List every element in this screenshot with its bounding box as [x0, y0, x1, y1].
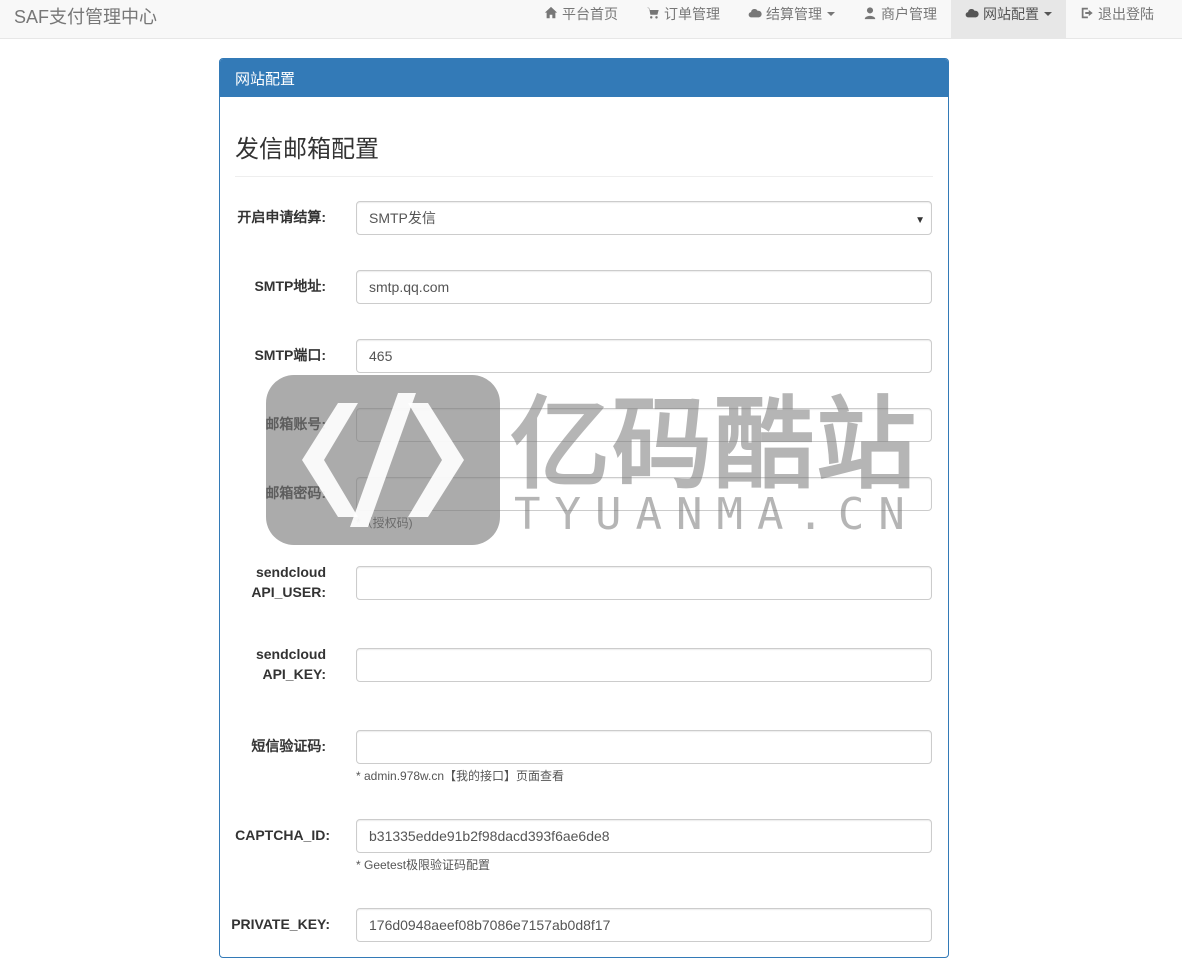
mail-mode-label: 开启申请结算:: [237, 209, 326, 225]
smtp-host-label: SMTP地址:: [254, 278, 326, 294]
sms-code-input[interactable]: [356, 730, 932, 764]
sendcloud-key-label-line2: API_KEY:: [262, 666, 326, 682]
panel-heading: 网站配置: [220, 59, 948, 97]
nav-item-orders[interactable]: 订单管理: [632, 0, 734, 38]
cart-icon: [646, 7, 659, 19]
mail-password-help: *（授权码): [356, 516, 413, 530]
site-config-panel: 网站配置 发信邮箱配置 开启申请结算: SMTP发信 ▼ SMTP地址: smt…: [219, 58, 949, 958]
sendcloud-user-input[interactable]: [356, 566, 932, 600]
brand-title[interactable]: SAF支付管理中心: [14, 3, 157, 29]
nav-item-settlement[interactable]: 结算管理: [734, 0, 849, 38]
nav-item-merchants[interactable]: 商户管理: [849, 0, 951, 38]
caret-down-icon: [1044, 12, 1052, 16]
sms-code-help: * admin.978w.cn【我的接口】页面查看: [356, 769, 565, 783]
sendcloud-user-label-line1: sendcloud: [255, 564, 326, 580]
main-nav: 平台首页 订单管理 结算管理 商户管理 网站配置 退出登陆: [530, 0, 1182, 38]
mail-password-label: 邮箱密码:: [265, 485, 326, 501]
mail-password-input[interactable]: [356, 477, 932, 511]
mail-account-label: 邮箱账号:: [265, 416, 326, 432]
mail-mode-select[interactable]: SMTP发信 ▼: [356, 201, 932, 235]
sms-code-label: 短信验证码:: [251, 738, 326, 754]
private-key-input[interactable]: 176d0948aeef08b7086e7157ab0d8f17: [356, 908, 932, 942]
nav-item-label: 退出登陆: [1098, 6, 1154, 22]
nav-item-logout[interactable]: 退出登陆: [1066, 0, 1182, 38]
nav-item-label: 结算管理: [766, 6, 822, 22]
mail-mode-selected: SMTP发信: [369, 210, 436, 226]
panel-body: 发信邮箱配置: [220, 129, 948, 177]
logout-icon: [1081, 7, 1093, 19]
nav-item-site-config[interactable]: 网站配置: [951, 0, 1066, 38]
captcha-id-input[interactable]: b31335edde91b2f98dacd393f6ae6de8: [356, 819, 932, 853]
sendcloud-user-label: sendcloud API_USER:: [220, 562, 326, 602]
user-icon: [864, 7, 876, 20]
smtp-host-input[interactable]: smtp.qq.com: [356, 270, 932, 304]
nav-item-label: 平台首页: [562, 6, 618, 22]
nav-item-label: 商户管理: [881, 6, 937, 22]
nav-item-label: 网站配置: [983, 6, 1039, 22]
mail-account-input[interactable]: [356, 408, 932, 442]
cloud-icon: [965, 8, 979, 18]
smtp-port-input[interactable]: 465: [356, 339, 932, 373]
sendcloud-key-label-line1: sendcloud: [255, 646, 326, 662]
private-key-label: PRIVATE_KEY:: [231, 916, 330, 932]
smtp-port-label: SMTP端口:: [254, 347, 326, 363]
cloud-icon: [748, 8, 762, 18]
sendcloud-key-input[interactable]: [356, 648, 932, 682]
sendcloud-user-label-line2: API_USER:: [251, 584, 326, 600]
sendcloud-key-label: sendcloud API_KEY:: [220, 644, 326, 684]
dropdown-arrow-icon: ▼: [915, 215, 925, 226]
captcha-id-label: CAPTCHA_ID:: [235, 827, 330, 843]
caret-down-icon: [827, 12, 835, 16]
nav-item-home[interactable]: 平台首页: [530, 0, 632, 38]
nav-item-label: 订单管理: [664, 6, 720, 22]
section-title: 发信邮箱配置: [235, 129, 933, 177]
top-navbar: SAF支付管理中心 平台首页 订单管理 结算管理 商户管理 网站配置 退出登陆: [0, 0, 1182, 39]
home-icon: [544, 6, 558, 19]
captcha-id-help: * Geetest极限验证码配置: [356, 858, 491, 872]
